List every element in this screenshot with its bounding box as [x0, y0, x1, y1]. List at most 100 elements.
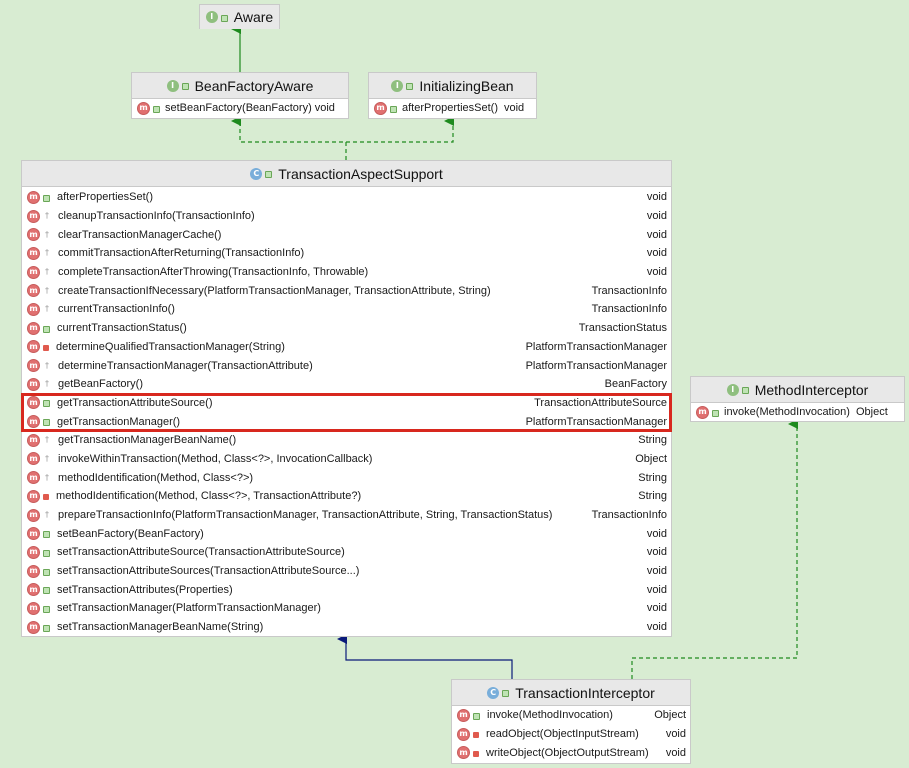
private-visibility-icon: [43, 494, 49, 501]
method-icon: m: [27, 471, 40, 485]
method-row[interactable]: m setTransactionAttributes(Properties) voi…: [22, 580, 671, 599]
interface-icon: I: [726, 383, 739, 396]
method-return-type: TransactionStatus: [578, 322, 667, 335]
method-return-type: TransactionInfo: [591, 509, 667, 522]
method-icon: m: [27, 396, 40, 410]
method-return-type: void: [646, 247, 667, 260]
protected-visibility-icon: †: [45, 304, 49, 314]
method-row[interactable]: m determineQualifiedTransactionManager(St…: [22, 338, 671, 357]
method-return-type: Object: [654, 709, 686, 722]
method-row[interactable]: m writeObject(ObjectOutputStream) void: [452, 743, 690, 762]
method-row[interactable]: m † methodIdentification(Method, Class<?>)…: [22, 468, 671, 487]
method-row[interactable]: m afterPropertiesSet() void: [22, 188, 671, 207]
initializingbean-title: InitializingBean: [419, 77, 514, 94]
method-row[interactable]: m currentTransactionStatus() TransactionSt…: [22, 319, 671, 338]
method-return-type: Object: [635, 452, 667, 465]
method-row[interactable]: m readObject(ObjectInputStream) void: [452, 725, 690, 744]
method-row[interactable]: m † clearTransactionManagerCache() void: [22, 225, 671, 244]
method-row[interactable]: m † cleanupTransactionInfo(TransactionInfo…: [22, 207, 671, 226]
method-icon: m: [27, 452, 40, 466]
method-row[interactable]: m invoke(MethodInvocation) Object: [691, 403, 904, 422]
methodinterceptor-title: MethodInterceptor: [754, 381, 869, 398]
method-icon: m: [27, 246, 40, 260]
method-row[interactable]: m † getTransactionManagerBeanName() String: [22, 431, 671, 450]
method-signature: createTransactionIfNecessary(PlatformTra…: [58, 284, 491, 297]
method-return-type: PlatformTransactionManager: [525, 415, 667, 428]
method-row[interactable]: m † prepareTransactionInfo(PlatformTransac…: [22, 506, 671, 525]
aware-interface-box[interactable]: I Aware: [199, 4, 280, 29]
edge-tas-implements-initializingbean: [346, 116, 454, 143]
public-visibility-icon: [473, 712, 480, 720]
public-visibility-icon: [43, 549, 50, 557]
method-row[interactable]: m † invokeWithinTransaction(Method, Class<…: [22, 450, 671, 469]
protected-visibility-icon: †: [45, 211, 49, 221]
method-return-type: String: [638, 490, 667, 503]
method-icon: m: [457, 746, 470, 760]
public-visibility-icon: [43, 605, 50, 613]
method-return-type: String: [638, 471, 667, 484]
method-return-type: void: [646, 583, 667, 596]
protected-visibility-icon: †: [45, 379, 49, 389]
beanfactoryaware-interface-box[interactable]: I BeanFactoryAware m setBeanFactory(Bean…: [131, 72, 349, 119]
method-row[interactable]: m getTransactionAttributeSource() Transact…: [22, 394, 671, 413]
method-icon: m: [27, 527, 40, 541]
method-return-type: void: [646, 266, 667, 279]
method-row[interactable]: m setBeanFactory(BeanFactory) void: [132, 99, 348, 118]
method-row[interactable]: m getTransactionManager() PlatformTransact…: [22, 412, 671, 431]
method-row[interactable]: m † currentTransactionInfo() TransactionInf…: [22, 300, 671, 319]
method-signature: getBeanFactory(): [58, 378, 143, 391]
method-row[interactable]: m afterPropertiesSet() void: [369, 99, 536, 118]
method-row[interactable]: m setTransactionManager(PlatformTransacti…: [22, 599, 671, 618]
method-return-type: void: [646, 210, 667, 223]
transactionaspectsupport-methods: m afterPropertiesSet() void m † cleanupTransa…: [22, 187, 671, 637]
method-row[interactable]: m invoke(MethodInvocation) Object: [452, 706, 690, 725]
method-icon: m: [27, 228, 40, 242]
method-icon: m: [27, 545, 40, 559]
initializingbean-interface-box[interactable]: I InitializingBean m afterPropertiesSet(…: [368, 72, 537, 119]
method-return-type: String: [638, 434, 667, 447]
method-row[interactable]: m setTransactionManagerBeanName(String) vo…: [22, 618, 671, 637]
public-visibility-icon: [153, 105, 160, 113]
method-row[interactable]: m † determineTransactionManager(Transactio…: [22, 356, 671, 375]
method-icon: m: [457, 708, 470, 722]
methodinterceptor-header: I MethodInterceptor: [691, 377, 904, 403]
initializingbean-header: I InitializingBean: [369, 73, 536, 99]
method-signature: setTransactionAttributes(Properties): [57, 583, 233, 596]
method-row[interactable]: m setTransactionAttributeSource(Transacti…: [22, 543, 671, 562]
method-signature: setBeanFactory(BeanFactory): [57, 527, 204, 540]
public-visibility-icon: [712, 409, 719, 417]
edge-interceptor-extends-tas: [337, 634, 513, 679]
method-row[interactable]: m setTransactionAttributeSources(Transact…: [22, 562, 671, 581]
interface-icon: I: [205, 11, 218, 23]
public-visibility-icon: [220, 14, 228, 22]
method-return-type: void: [646, 191, 667, 204]
method-signature: cleanupTransactionInfo(TransactionInfo): [58, 210, 255, 223]
method-icon: m: [696, 405, 709, 419]
method-icon: m: [27, 508, 40, 522]
method-row[interactable]: m methodIdentification(Method, Class<?>, …: [22, 487, 671, 506]
public-visibility-icon: [406, 83, 414, 90]
method-row[interactable]: m † commitTransactionAfterReturning(Transa…: [22, 244, 671, 263]
method-row[interactable]: m † createTransactionIfNecessary(PlatformT…: [22, 281, 671, 300]
method-icon: m: [27, 433, 40, 447]
transactionaspectsupport-class-box[interactable]: C TransactionAspectSupport m afterPropert…: [21, 160, 672, 637]
method-icon: m: [27, 265, 40, 279]
public-visibility-icon: [181, 83, 189, 90]
method-row[interactable]: m † completeTransactionAfterThrowing(Trans…: [22, 263, 671, 282]
method-signature: determineTransactionManager(TransactionA…: [58, 359, 313, 372]
method-signature: getTransactionAttributeSource(): [57, 396, 213, 409]
methodinterceptor-interface-box[interactable]: I MethodInterceptor m invoke(MethodInvoc…: [690, 376, 905, 422]
method-row[interactable]: m † getBeanFactory() BeanFactory: [22, 375, 671, 394]
method-return-type: BeanFactory: [604, 378, 667, 391]
transactioninterceptor-class-box[interactable]: C TransactionInterceptor m invoke(MethodI…: [451, 679, 691, 764]
method-return-type: void: [665, 746, 686, 759]
class-icon: C: [250, 167, 263, 180]
method-return-type: TransactionInfo: [591, 284, 667, 297]
transactioninterceptor-methods: m invoke(MethodInvocation) Object m readObje…: [452, 706, 690, 762]
method-return-type: void: [646, 228, 667, 241]
method-return-type: PlatformTransactionManager: [525, 359, 667, 372]
method-row[interactable]: m setBeanFactory(BeanFactory) void: [22, 524, 671, 543]
transactioninterceptor-header: C TransactionInterceptor: [452, 680, 690, 706]
method-signature: getTransactionManagerBeanName(): [58, 434, 237, 447]
protected-visibility-icon: †: [45, 453, 49, 463]
